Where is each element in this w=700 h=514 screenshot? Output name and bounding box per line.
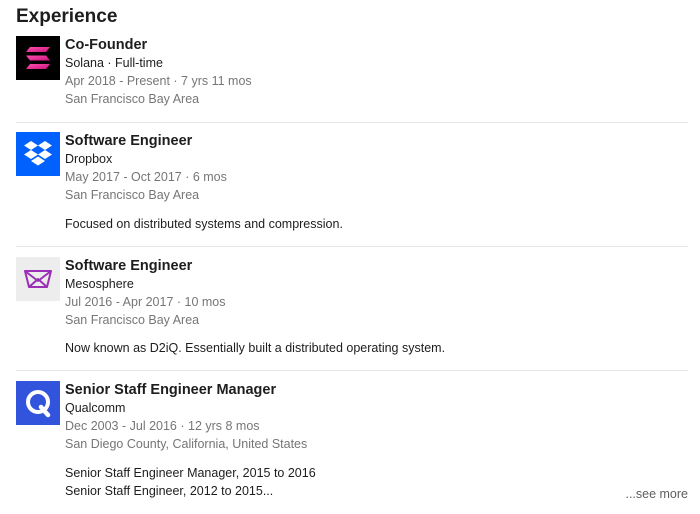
company-name: Mesosphere <box>65 277 134 291</box>
employment-dates: May 2017 - Oct 2017 · 6 mos <box>65 170 227 184</box>
dropbox-logo-icon[interactable] <box>16 132 60 176</box>
job-location: San Francisco Bay Area <box>65 188 200 202</box>
job-title[interactable]: Software Engineer <box>65 257 688 275</box>
employment-dates: Dec 2003 - Jul 2016 · 12 yrs 8 mos <box>65 419 260 433</box>
company-name: Dropbox <box>65 152 113 166</box>
job-title[interactable]: Co-Founder <box>65 36 688 54</box>
experience-item-dropbox: Software Engineer Dropbox May 2017 - Oct… <box>16 132 688 240</box>
employment-dates: Jul 2016 - Apr 2017 · 10 mos <box>65 295 226 309</box>
job-location: San Francisco Bay Area <box>65 92 200 106</box>
job-title[interactable]: Software Engineer <box>65 132 688 150</box>
job-description-line: Senior Staff Engineer, 2012 to 2015... <box>65 484 274 498</box>
experience-item-qualcomm: Senior Staff Engineer Manager Qualcomm D… <box>16 381 688 511</box>
experience-item-mesosphere: Software Engineer Mesosphere Jul 2016 - … <box>16 257 688 365</box>
company-name: Qualcomm <box>65 401 126 415</box>
divider <box>16 246 688 247</box>
job-location: San Francisco Bay Area <box>65 313 200 327</box>
employment-dates: Apr 2018 - Present · 7 yrs 11 mos <box>65 74 252 88</box>
qualcomm-logo-icon[interactable] <box>16 381 60 425</box>
job-location: San Diego County, California, United Sta… <box>65 437 308 451</box>
section-title: Experience <box>16 6 118 27</box>
job-description: Focused on distributed systems and compr… <box>65 217 343 231</box>
company-name: Solana · Full-time <box>65 56 163 70</box>
see-more-link[interactable]: ...see more <box>625 487 688 501</box>
job-description: Now known as D2iQ. Essentially built a d… <box>65 341 446 355</box>
job-description-line: Senior Staff Engineer Manager, 2015 to 2… <box>65 466 316 480</box>
solana-logo-icon[interactable] <box>16 36 60 80</box>
mesosphere-logo-icon[interactable] <box>16 257 60 301</box>
job-title[interactable]: Senior Staff Engineer Manager <box>65 381 688 399</box>
experience-item-solana: Co-Founder Solana · Full-time Apr 2018 -… <box>16 36 688 116</box>
divider <box>16 370 688 371</box>
divider <box>16 122 688 123</box>
